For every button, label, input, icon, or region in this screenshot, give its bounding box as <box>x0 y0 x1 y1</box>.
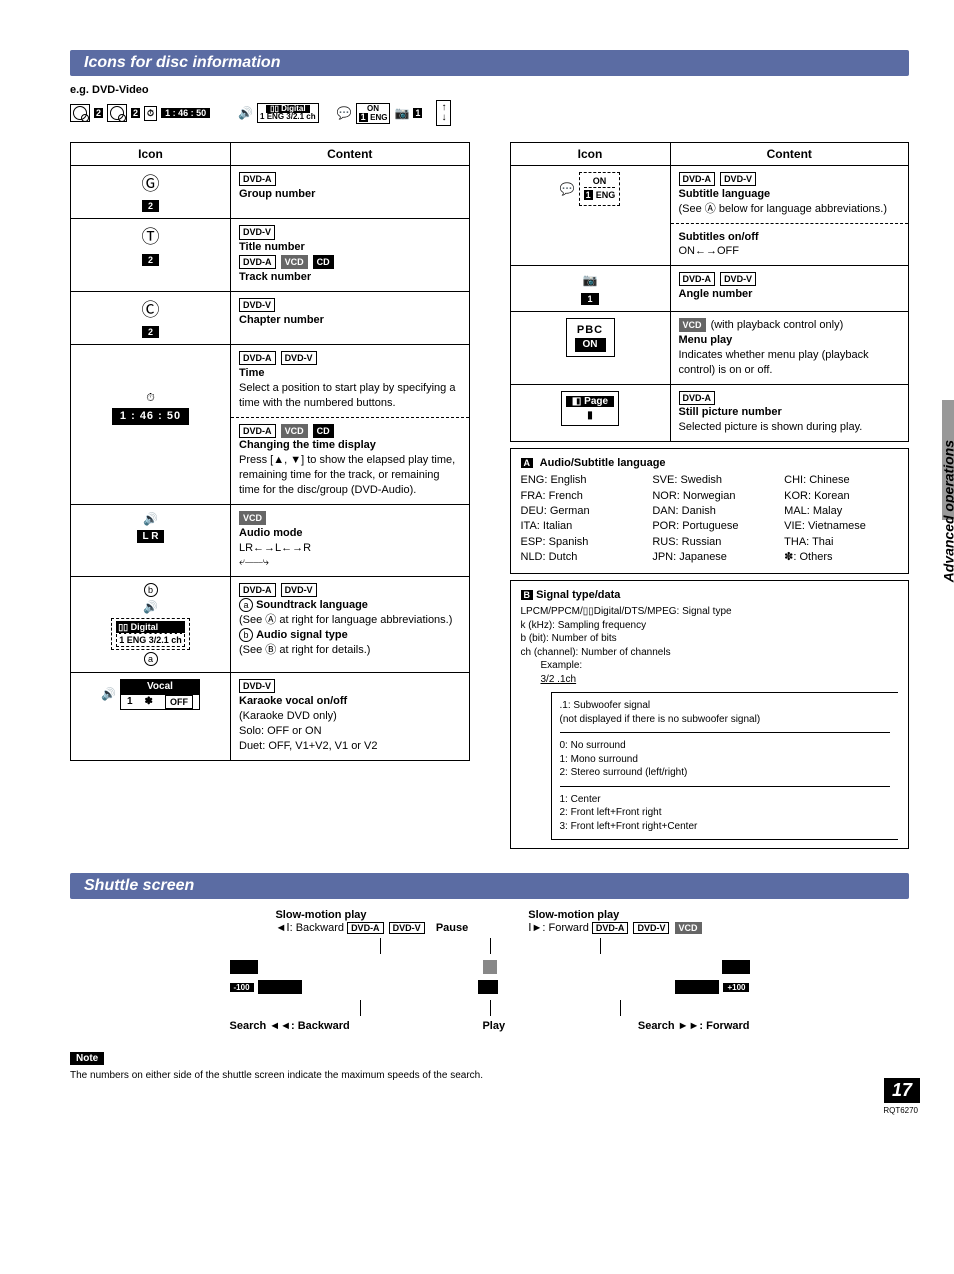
note-badge: Note <box>70 1052 104 1065</box>
angle-cam-icon <box>583 272 598 289</box>
pause-button <box>483 960 497 974</box>
side-section-label: Advanced operations <box>940 440 954 582</box>
example-label: e.g. DVD-Video <box>70 84 909 96</box>
icons-table-left: Icon Content Ⓖ 2 DVD-A Group number <box>70 142 470 761</box>
page-code: RQT6270 <box>883 1106 918 1115</box>
clock-icon: ⏱ <box>146 391 155 406</box>
signal-box: B Signal type/data LPCM/PPCM/▯▯Digital/D… <box>510 580 910 849</box>
language-box: A Audio/Subtitle language ENG: EnglishFR… <box>510 448 910 574</box>
section-header-icons: Icons for disc information <box>70 50 909 76</box>
search-fwd-button <box>675 980 719 994</box>
title-disc-icon: Ⓣ <box>142 225 160 249</box>
th-icon: Icon <box>71 143 231 166</box>
subtitle-cc-icon <box>560 181 575 198</box>
chapter-disc-icon: Ⓒ <box>142 298 160 322</box>
slow-back-button <box>230 960 258 974</box>
soundtrack-speaker-icon <box>143 599 158 616</box>
angle-icon <box>394 106 409 120</box>
osd-example: 2 2 ⏱ 1 : 46 : 50 ▯▯ Digital 1 ENG 3/2.1… <box>70 100 909 126</box>
th-icon-r: Icon <box>510 143 670 166</box>
note-text: The numbers on either side of the shuttl… <box>70 1069 909 1083</box>
play-button <box>478 980 498 994</box>
page-number: 17 <box>884 1078 920 1103</box>
shuttle-diagram: Slow-motion play ◄Ⅰ: Backward DVD-A DVD-… <box>70 909 909 1032</box>
subtitle-icon <box>337 106 352 120</box>
th-content-r: Content <box>670 143 909 166</box>
th-content: Content <box>231 143 470 166</box>
speaker-icon <box>238 106 253 120</box>
updown-icon: ↑↓ <box>436 100 451 126</box>
icons-table-right: Icon Content ON 1 ENG <box>510 142 910 442</box>
audio-speaker-icon <box>143 511 158 528</box>
slow-fwd-button <box>722 960 750 974</box>
section-header-shuttle: Shuttle screen <box>70 873 909 899</box>
group-disc-icon: Ⓖ <box>142 172 160 196</box>
search-back-button <box>258 980 302 994</box>
karaoke-speaker-icon <box>101 686 116 703</box>
